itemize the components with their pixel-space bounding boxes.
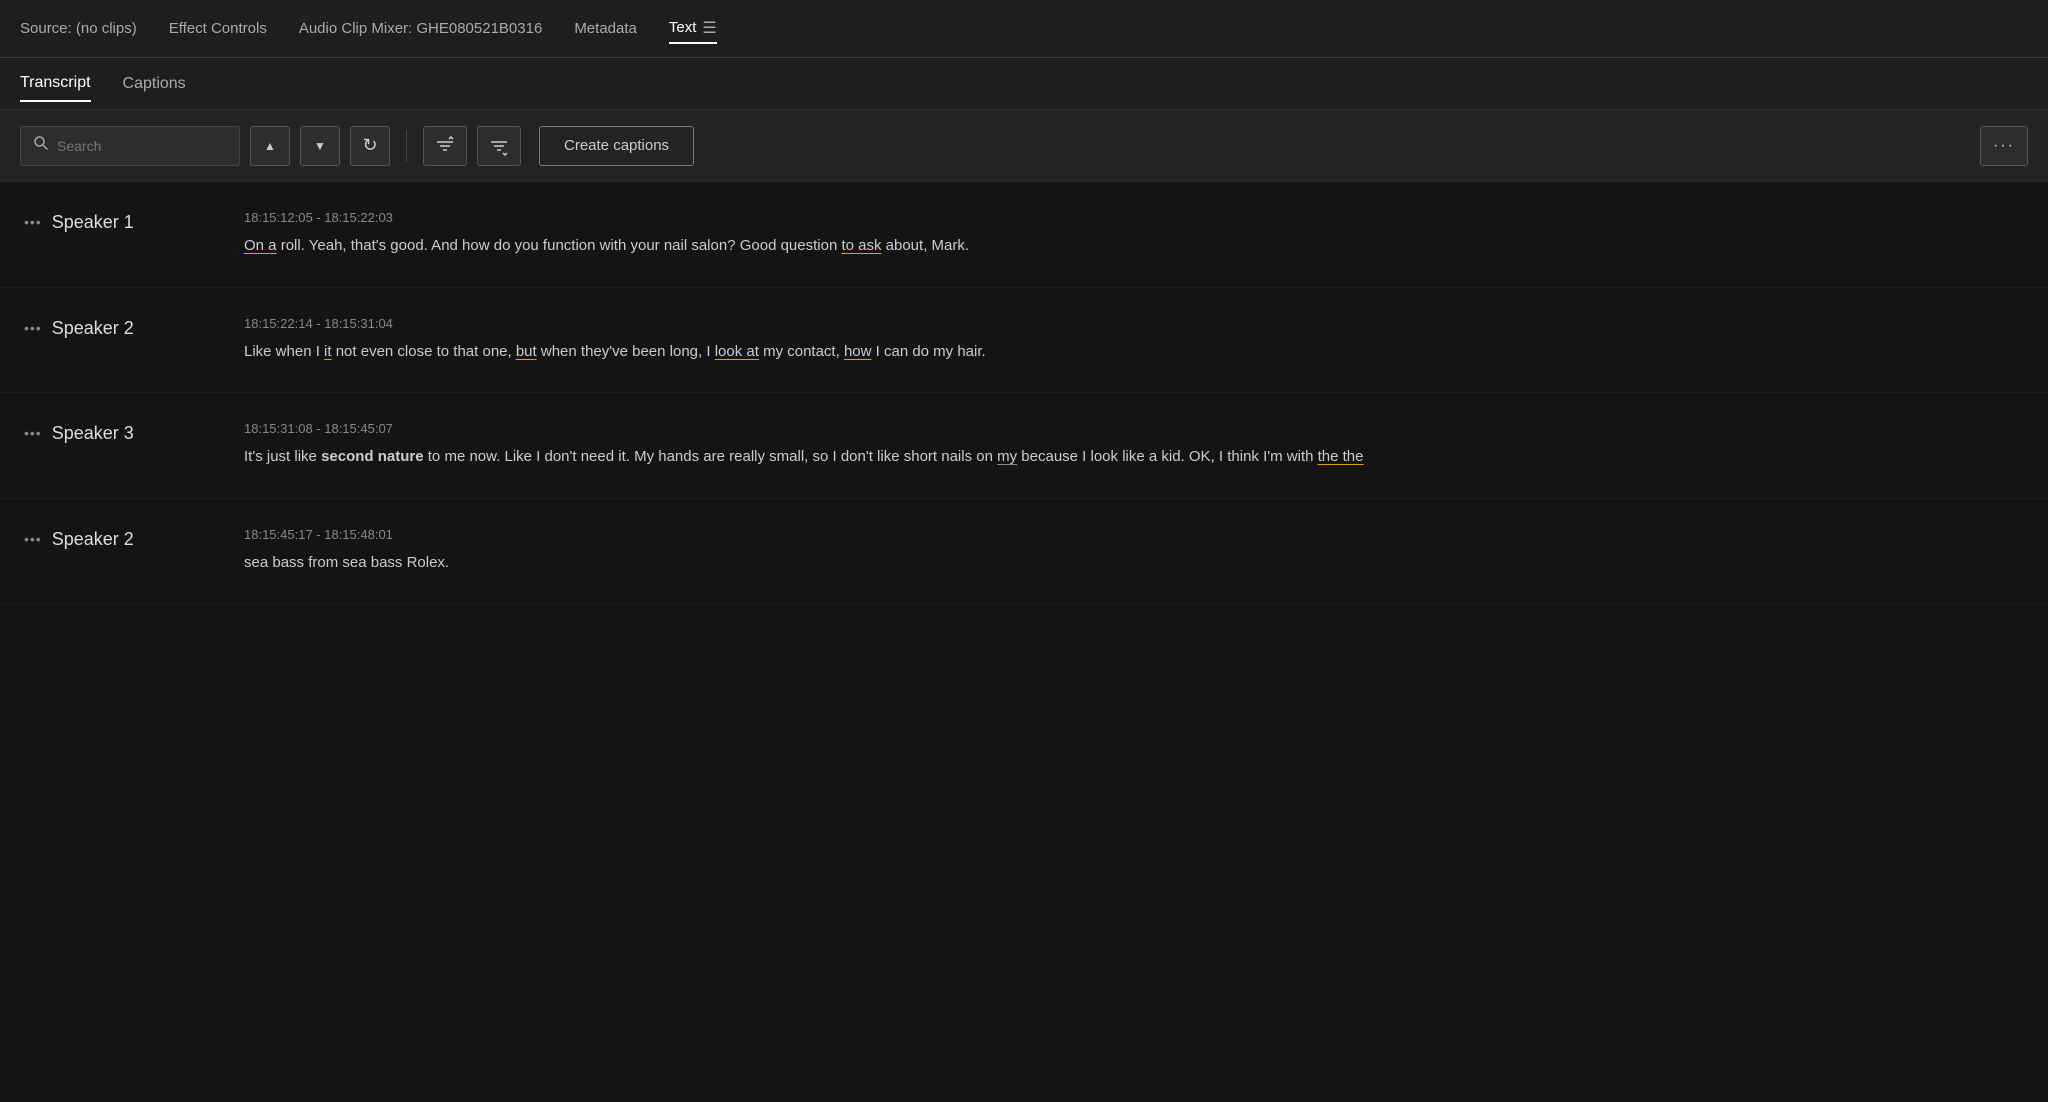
tab-source[interactable]: Source: (no clips)	[20, 16, 137, 41]
tab-audio-clip-mixer[interactable]: Audio Clip Mixer: GHE080521B0316	[299, 16, 542, 41]
sub-tab-bar: Transcript Captions	[0, 58, 2048, 110]
transcript-content-1: 18:15:12:05 - 18:15:22:03 On a roll. Yea…	[244, 210, 2024, 259]
speaker-section-2: ••• Speaker 2	[24, 316, 244, 339]
transcript-content-3: 18:15:31:08 - 18:15:45:07 It's just like…	[244, 421, 2024, 470]
filter-up-icon	[435, 136, 455, 156]
subtab-transcript[interactable]: Transcript	[20, 66, 91, 102]
transcript-entry-1: ••• Speaker 1 18:15:12:05 - 18:15:22:03 …	[0, 182, 2048, 288]
tab-bar: Source: (no clips) Effect Controls Audio…	[0, 0, 2048, 58]
transcript-text-2: Like when I it not even close to that on…	[244, 339, 2024, 365]
filter-up-button[interactable]	[423, 126, 467, 166]
more-options-button[interactable]: ···	[1980, 126, 2028, 166]
timestamp-3: 18:15:31:08 - 18:15:45:07	[244, 421, 2024, 436]
toolbar: Create captions ···	[0, 110, 2048, 182]
tab-effect-controls[interactable]: Effect Controls	[169, 16, 267, 41]
speaker-menu-3[interactable]: •••	[24, 425, 42, 441]
speaker-menu-2[interactable]: •••	[24, 320, 42, 336]
speaker-section-4: ••• Speaker 2	[24, 527, 244, 550]
tab-metadata[interactable]: Metadata	[574, 16, 637, 41]
scroll-down-button[interactable]	[300, 126, 340, 166]
speaker-name-2: Speaker 2	[52, 318, 134, 339]
transcript-entry-2: ••• Speaker 2 18:15:22:14 - 18:15:31:04 …	[0, 288, 2048, 394]
speaker-section-1: ••• Speaker 1	[24, 210, 244, 233]
transcript-content-2: 18:15:22:14 - 18:15:31:04 Like when I it…	[244, 316, 2024, 365]
transcript-text-1: On a roll. Yeah, that's good. And how do…	[244, 233, 2024, 259]
subtab-captions[interactable]: Captions	[123, 67, 186, 101]
speaker-name-4: Speaker 2	[52, 529, 134, 550]
filter-down-icon	[489, 136, 509, 156]
speaker-menu-1[interactable]: •••	[24, 214, 42, 230]
search-input[interactable]	[57, 138, 227, 154]
arrow-up-icon	[264, 137, 276, 155]
scroll-up-button[interactable]	[250, 126, 290, 166]
speaker-name-1: Speaker 1	[52, 212, 134, 233]
timestamp-1: 18:15:12:05 - 18:15:22:03	[244, 210, 2024, 225]
filter-down-button[interactable]	[477, 126, 521, 166]
toolbar-divider	[406, 130, 407, 162]
speaker-section-3: ••• Speaker 3	[24, 421, 244, 444]
search-box[interactable]	[20, 126, 240, 166]
transcript-text-4: sea bass from sea bass Rolex.	[244, 550, 2024, 576]
transcript-content-4: 18:15:45:17 - 18:15:48:01 sea bass from …	[244, 527, 2024, 576]
transcript-area[interactable]: ••• Speaker 1 18:15:12:05 - 18:15:22:03 …	[0, 182, 2048, 1102]
transcript-text-3: It's just like second nature to me now. …	[244, 444, 2024, 470]
refresh-icon	[362, 135, 377, 156]
speaker-name-3: Speaker 3	[52, 423, 134, 444]
hamburger-menu-icon[interactable]	[702, 18, 716, 38]
transcript-entry-3: ••• Speaker 3 18:15:31:08 - 18:15:45:07 …	[0, 393, 2048, 499]
speaker-menu-4[interactable]: •••	[24, 531, 42, 547]
search-icon	[33, 135, 49, 156]
create-captions-button[interactable]: Create captions	[539, 126, 694, 166]
tab-text[interactable]: Text	[669, 14, 717, 44]
refresh-button[interactable]	[350, 126, 390, 166]
timestamp-4: 18:15:45:17 - 18:15:48:01	[244, 527, 2024, 542]
transcript-entry-4: ••• Speaker 2 18:15:45:17 - 18:15:48:01 …	[0, 499, 2048, 605]
timestamp-2: 18:15:22:14 - 18:15:31:04	[244, 316, 2024, 331]
arrow-down-icon	[314, 137, 326, 155]
